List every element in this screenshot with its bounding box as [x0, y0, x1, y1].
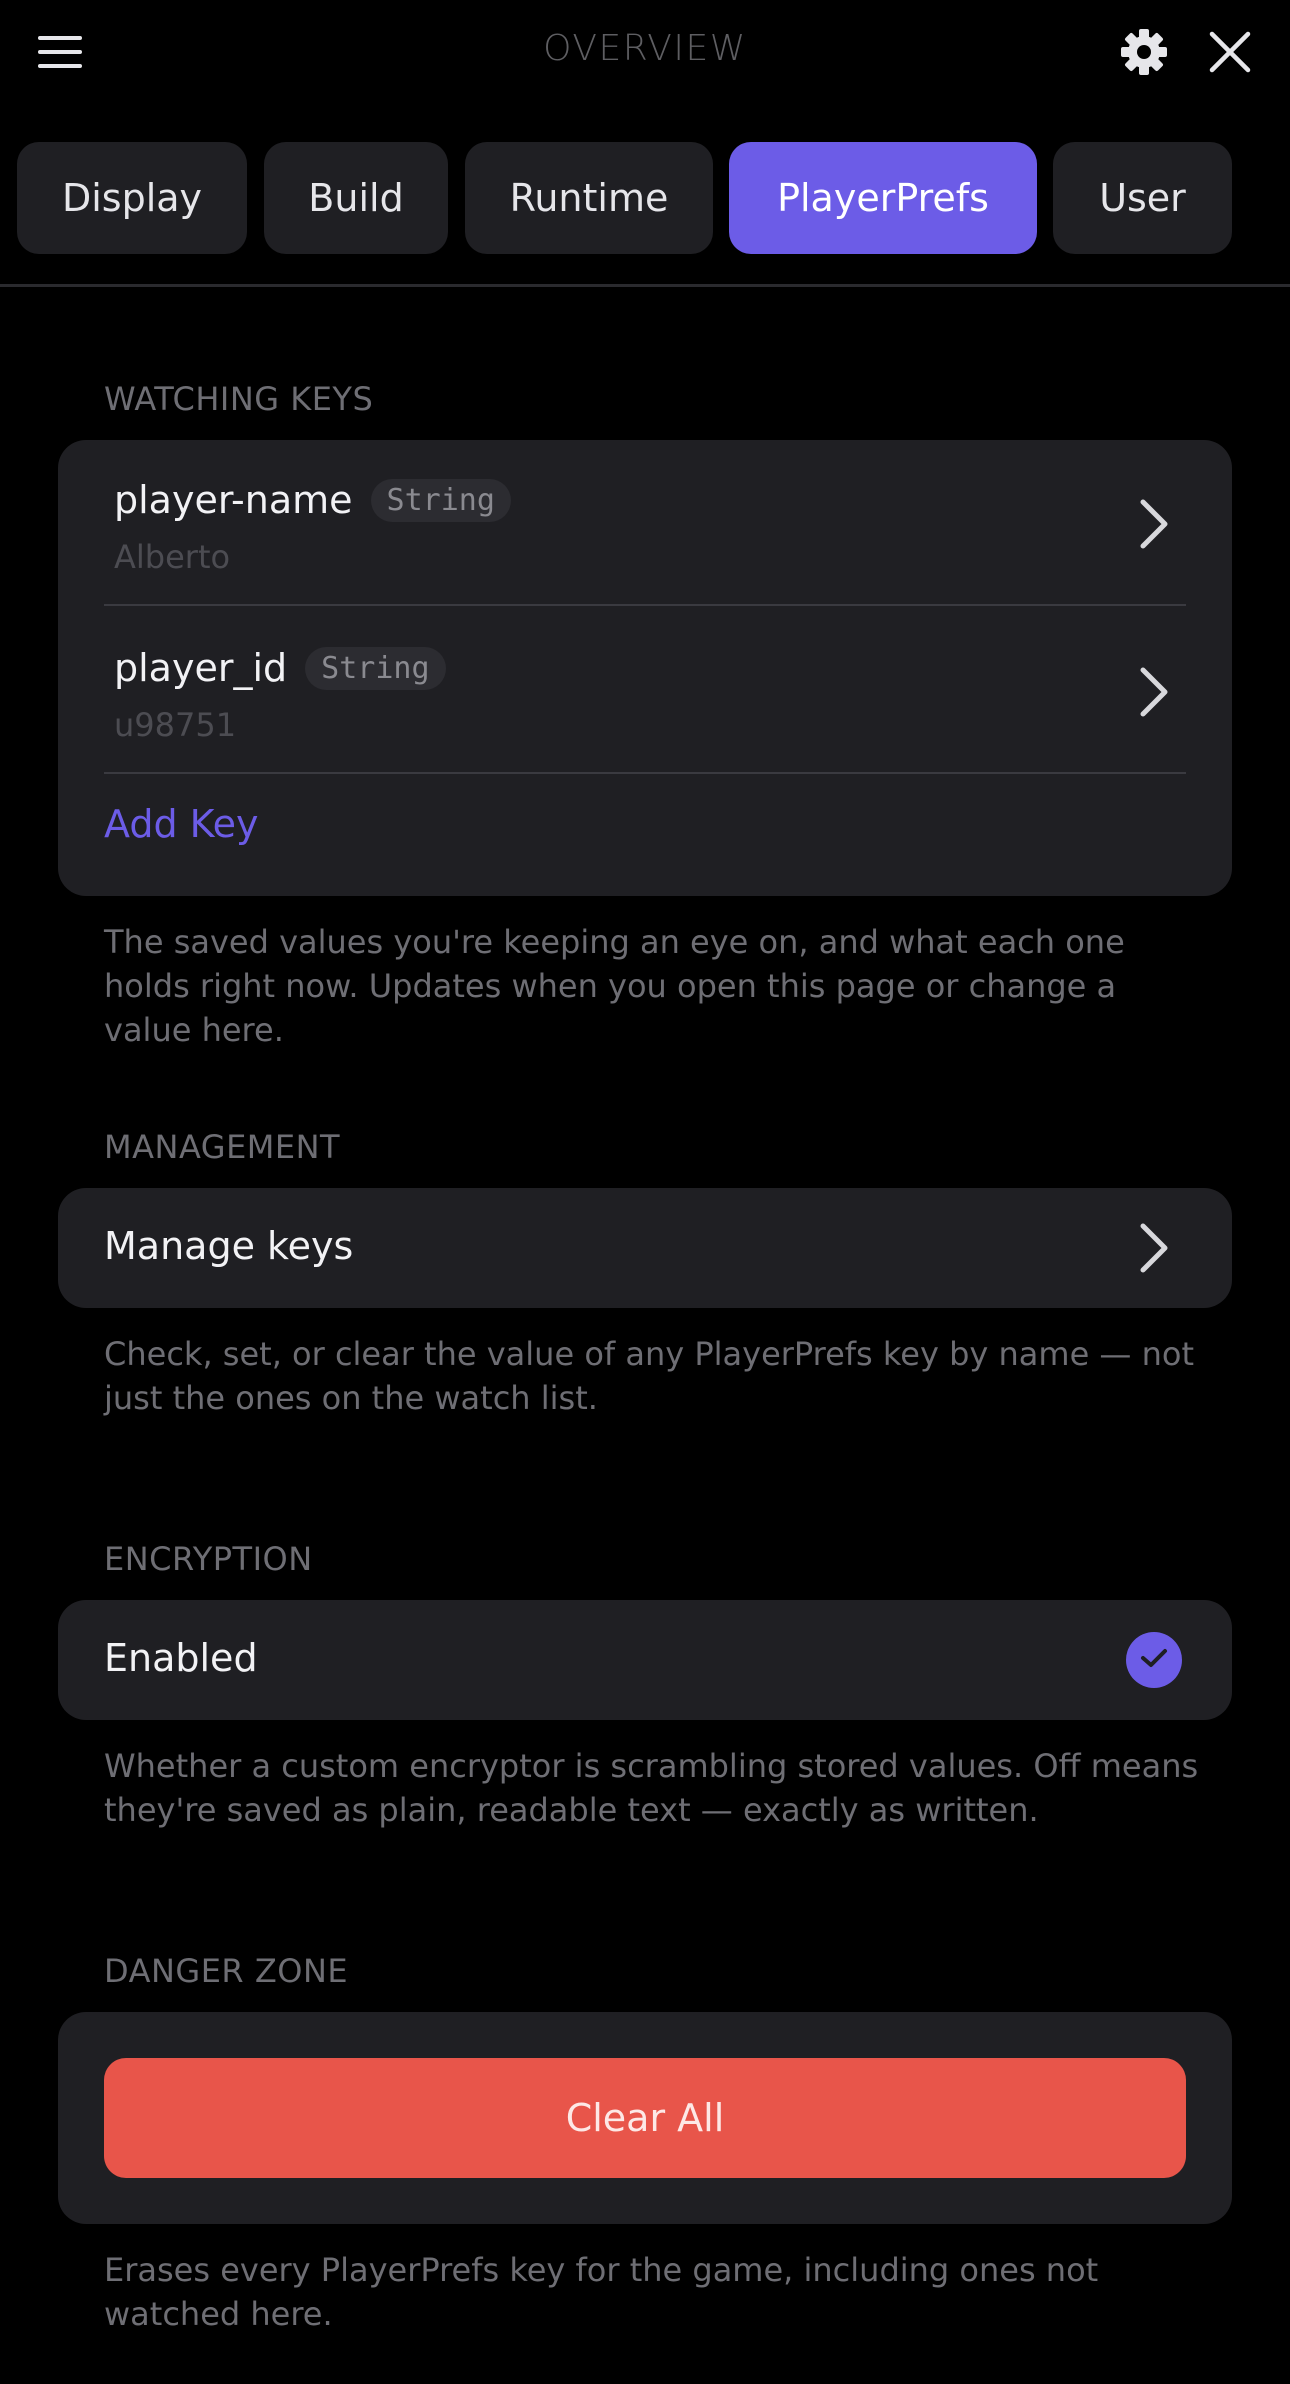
chevron-right-icon	[1130, 1218, 1178, 1278]
watching-keys-description: The saved values you're keeping an eye o…	[104, 923, 1125, 1049]
tab-user[interactable]: User	[1053, 142, 1232, 254]
tab-build[interactable]: Build	[264, 142, 448, 254]
chevron-right-icon	[1130, 494, 1178, 554]
tab-runtime[interactable]: Runtime	[465, 142, 713, 254]
manage-keys-row[interactable]: Manage keys	[58, 1188, 1232, 1308]
danger-zone-section-label: DANGER ZONE	[104, 1952, 349, 1990]
tab-divider	[0, 284, 1290, 287]
type-badge: String	[370, 478, 511, 522]
key-name: player_id	[114, 646, 288, 690]
close-icon	[1209, 31, 1251, 77]
tab-playerprefs[interactable]: PlayerPrefs	[729, 142, 1037, 254]
settings-button[interactable]	[1108, 18, 1180, 90]
clear-all-button[interactable]: Clear All	[104, 2058, 1186, 2178]
encryption-toggle[interactable]	[1126, 1632, 1182, 1688]
close-button[interactable]	[1194, 18, 1266, 90]
manage-keys-label: Manage keys	[104, 1224, 354, 1268]
header: OVERVIEW	[0, 0, 1290, 108]
chevron-right-icon	[1130, 662, 1178, 722]
type-badge: String	[305, 646, 446, 690]
watch-key-row[interactable]: player_id String u98751	[58, 608, 1232, 776]
checkmark-icon	[1140, 1647, 1168, 1673]
row-divider	[104, 604, 1186, 606]
add-key-button[interactable]: Add Key	[104, 802, 259, 846]
gear-icon	[1119, 27, 1169, 81]
watching-keys-card: player-name String Alberto player_id Str…	[58, 440, 1232, 896]
danger-zone-description: Erases every PlayerPrefs key for the gam…	[104, 2251, 1099, 2333]
row-divider	[104, 772, 1186, 774]
encryption-section-label: ENCRYPTION	[104, 1540, 313, 1578]
management-description: Check, set, or clear the value of any Pl…	[104, 1335, 1194, 1417]
tab-bar: Display Build Runtime PlayerPrefs User	[0, 142, 1290, 254]
encryption-row[interactable]: Enabled	[58, 1600, 1232, 1720]
key-value: Alberto	[114, 538, 231, 576]
encryption-enabled-label: Enabled	[104, 1636, 258, 1680]
key-name-line: player_id String	[114, 646, 446, 690]
page-title: OVERVIEW	[543, 28, 747, 69]
encryption-description: Whether a custom encryptor is scrambling…	[104, 1747, 1199, 1829]
danger-zone-card: Clear All	[58, 2012, 1232, 2224]
tab-display[interactable]: Display	[17, 142, 247, 254]
management-section-label: MANAGEMENT	[104, 1128, 341, 1166]
key-name: player-name	[114, 478, 353, 522]
app-root: OVERVIEW Display Build Runtime PlayerPre…	[0, 0, 1290, 2384]
key-value: u98751	[114, 706, 237, 744]
watch-key-row[interactable]: player-name String Alberto	[58, 440, 1232, 608]
watching-keys-section-label: WATCHING KEYS	[104, 380, 374, 418]
key-name-line: player-name String	[114, 478, 511, 522]
